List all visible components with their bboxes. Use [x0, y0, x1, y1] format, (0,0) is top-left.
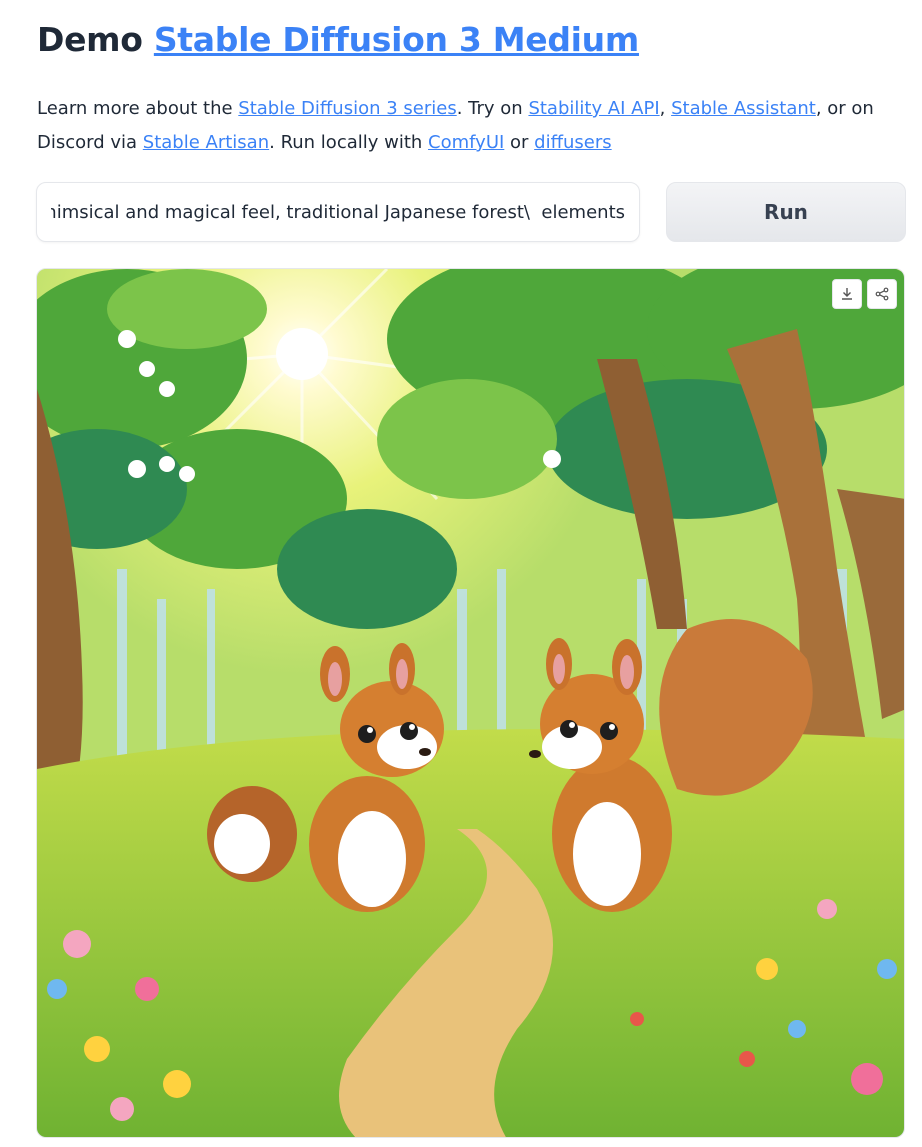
share-icon — [875, 287, 889, 301]
diffusers-link[interactable]: diffusers — [534, 132, 611, 153]
comfyui-link[interactable]: ComfyUI — [428, 132, 504, 153]
output-image-panel — [36, 268, 905, 1138]
desc-text-2: . Try on — [456, 98, 529, 119]
share-button[interactable] — [867, 279, 897, 309]
download-button[interactable] — [832, 279, 862, 309]
desc-text-5: . Run locally with — [269, 132, 429, 153]
generated-image — [37, 269, 904, 1137]
sd3-series-link[interactable]: Stable Diffusion 3 series — [238, 98, 456, 119]
desc-text-1: Learn more about the — [37, 98, 239, 119]
title-prefix: Demo — [37, 20, 143, 59]
prompt-input[interactable] — [37, 183, 639, 241]
page-title: Demo Stable Diffusion 3 Medium — [37, 20, 639, 59]
run-button[interactable]: Run — [666, 182, 906, 242]
title-model-link[interactable]: Stable Diffusion 3 Medium — [154, 20, 639, 59]
prompt-box — [36, 182, 640, 242]
desc-text-3: , — [659, 98, 672, 119]
description: Learn more about the Stable Diffusion 3 … — [37, 92, 917, 160]
stable-assistant-link[interactable]: Stable Assistant — [671, 98, 816, 119]
download-icon — [842, 288, 852, 300]
stable-artisan-link[interactable]: Stable Artisan — [143, 132, 269, 153]
desc-text-6: or — [504, 132, 535, 153]
stability-api-link[interactable]: Stability AI API — [528, 98, 659, 119]
